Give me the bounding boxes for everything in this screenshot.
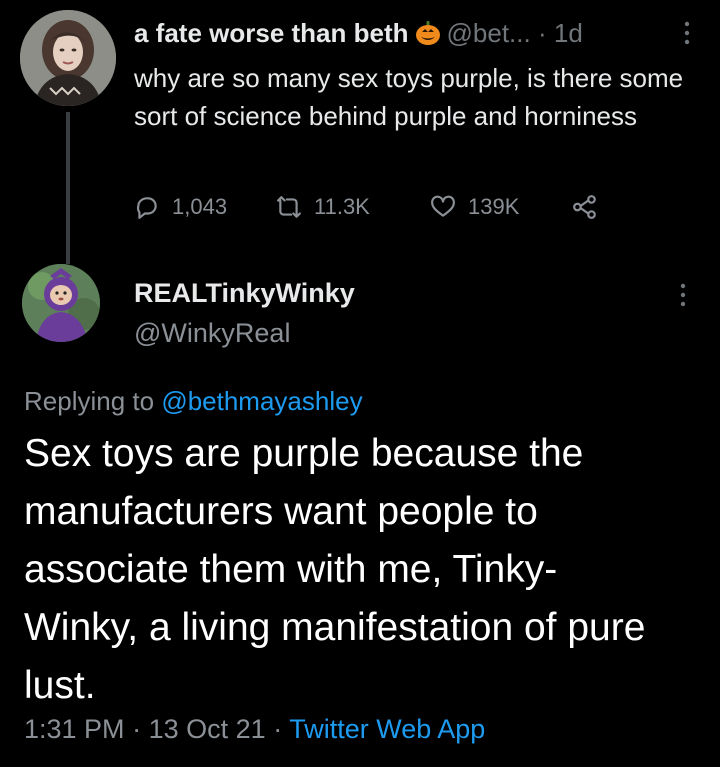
meta-separator-2: · (273, 714, 283, 744)
tweet1-more-icon[interactable] (680, 20, 694, 50)
tweet-thread: a fate worse than beth @bet... · 1d why … (0, 0, 720, 767)
reply-button[interactable]: 1,043 (134, 190, 227, 224)
avatar-tinkywinky[interactable] (22, 264, 100, 342)
like-count: 139K (468, 194, 520, 219)
replying-to-link[interactable]: @bethmayashley (161, 386, 362, 416)
meta-separator-1: · (132, 714, 142, 744)
tweet1-time[interactable]: 1d (554, 18, 583, 48)
reply-icon (136, 197, 157, 219)
like-button[interactable]: 139K (430, 190, 519, 224)
tweet1-display-name[interactable]: a fate worse than beth (134, 18, 409, 48)
tweet2-date[interactable]: 13 Oct 21 (149, 714, 266, 744)
tweet2-text: Sex toys are purple because the manufact… (24, 432, 646, 707)
like-icon (431, 195, 455, 217)
thread-connector-line (66, 112, 70, 264)
tweet2-source[interactable]: Twitter Web App (289, 714, 485, 744)
reply-count: 1,043 (172, 194, 228, 219)
replying-to-label: Replying to (24, 386, 155, 416)
pumpkin-emoji (415, 20, 441, 46)
retweet-button[interactable]: 11.3K (276, 190, 370, 224)
share-button[interactable] (572, 190, 610, 224)
tweet2-time[interactable]: 1:31 PM (24, 714, 125, 744)
tweet1-header: a fate worse than beth @bet... · 1d (134, 16, 583, 50)
tweet2-metadata: 1:31 PM · 13 Oct 21 · Twitter Web App (24, 712, 485, 746)
tweet2-display-name[interactable]: REALTinkyWinky (134, 276, 355, 310)
tweet2-more-icon[interactable] (676, 282, 690, 318)
retweet-count: 11.3K (314, 194, 370, 219)
tweet1-separator: · (537, 18, 547, 48)
retweet-icon (277, 196, 301, 218)
avatar-beth[interactable] (20, 10, 116, 106)
tweet1-text: why are so many sex toys purple, is ther… (134, 63, 684, 131)
replying-to-line: Replying to @bethmayashley (24, 384, 363, 418)
tweet2-handle[interactable]: @WinkyReal (134, 316, 290, 350)
tweet1-handle[interactable]: @bet... (447, 18, 531, 48)
share-icon (573, 195, 596, 219)
